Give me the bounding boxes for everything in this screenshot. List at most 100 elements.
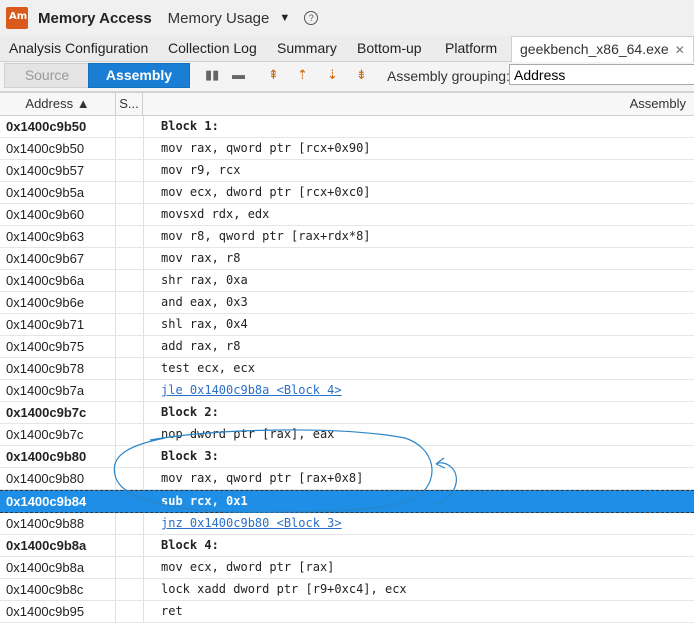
table-row[interactable]: 0x1400c9b8c lock xadd dword ptr [r9+0xc4]… [0, 579, 694, 601]
row-code: mov rax, r8 [161, 251, 241, 265]
row-source-cell [115, 248, 144, 269]
table-row[interactable]: 0x1400c9b63 mov r8, qword ptr [rax+rdx*8] [0, 226, 694, 248]
row-source-cell [115, 116, 144, 137]
row-source-cell [115, 270, 144, 291]
row-address: 0x1400c9b60 [6, 207, 85, 222]
table-row[interactable]: 0x1400c9b50 mov rax, qword ptr [rcx+0x90] [0, 138, 694, 160]
table-row[interactable]: 0x1400c9b78 test ecx, ecx [0, 358, 694, 380]
block-header-row[interactable]: 0x1400c9b80 Block 3: [0, 446, 694, 468]
row-source-cell [115, 579, 144, 600]
scroll-to-prev-icon[interactable]: ⇡ [297, 67, 308, 83]
source-button[interactable]: Source [4, 63, 90, 88]
selected-table-row[interactable]: 0x1400c9b84 sub rcx, 0x1 [0, 490, 694, 513]
row-code: add rax, r8 [161, 339, 241, 353]
row-source-cell [115, 292, 144, 313]
table-row[interactable]: 0x1400c9b6e and eax, 0x3 [0, 292, 694, 314]
jump-target-link[interactable]: jnz 0x1400c9b80 <Block 3> [161, 513, 342, 534]
row-source-cell [115, 336, 144, 357]
row-code: Block 1: [161, 119, 219, 133]
row-address: 0x1400c9b84 [6, 494, 87, 509]
grid-header: Address ▲ S... Assembly [0, 92, 694, 116]
tab-collection-log[interactable]: Collection Log [168, 36, 257, 61]
row-address: 0x1400c9b95 [6, 604, 85, 619]
row-source-cell [115, 226, 144, 247]
table-row[interactable]: 0x1400c9b8a mov ecx, dword ptr [rax] [0, 557, 694, 579]
scroll-to-max-down-icon[interactable]: ⇟ [356, 67, 367, 83]
row-source-cell [115, 358, 144, 379]
table-row[interactable]: 0x1400c9b57 mov r9, rcx [0, 160, 694, 182]
row-address: 0x1400c9b7a [6, 383, 85, 398]
table-row[interactable]: 0x1400c9b7c nop dword ptr [rax], eax [0, 424, 694, 446]
stacked-view-icon[interactable]: ▬ [232, 67, 245, 82]
close-icon[interactable]: ✕ [675, 43, 685, 57]
source-column-header[interactable]: S... [116, 93, 143, 115]
row-code: mov ecx, dword ptr [rax] [161, 560, 335, 574]
jump-target-link[interactable]: jle 0x1400c9b8a <Block 4> [161, 380, 342, 401]
tab-summary[interactable]: Summary [277, 36, 337, 61]
table-row[interactable]: 0x1400c9b88 jnz 0x1400c9b80 <Block 3> [0, 513, 694, 535]
assembly-button[interactable]: Assembly [88, 63, 190, 88]
row-code: shl rax, 0x4 [161, 317, 248, 331]
row-code: lock xadd dword ptr [r9+0xc4], ecx [161, 582, 407, 596]
row-address: 0x1400c9b57 [6, 163, 85, 178]
title-bar: Am Memory Access Memory Usage ▼ ? [0, 0, 694, 36]
row-address: 0x1400c9b80 [6, 449, 87, 464]
row-code: and eax, 0x3 [161, 295, 248, 309]
row-source-cell [115, 513, 144, 534]
app-title: Memory Access [38, 9, 152, 27]
row-code: movsxd rdx, edx [161, 207, 270, 221]
row-code: Block 3: [161, 449, 219, 463]
tab-bottom-up[interactable]: Bottom-up [357, 36, 422, 61]
row-source-cell [115, 535, 144, 556]
row-address: 0x1400c9b78 [6, 361, 85, 376]
row-address: 0x1400c9b7c [6, 427, 84, 442]
row-source-cell [115, 402, 144, 423]
row-source-cell [115, 468, 144, 489]
row-address: 0x1400c9b75 [6, 339, 85, 354]
row-source-cell [115, 557, 144, 578]
table-row[interactable]: 0x1400c9b60 movsxd rdx, edx [0, 204, 694, 226]
row-code: Block 4: [161, 538, 219, 552]
row-code: mov rax, qword ptr [rax+0x8] [161, 471, 364, 485]
row-address: 0x1400c9b88 [6, 516, 85, 531]
row-address: 0x1400c9b6a [6, 273, 85, 288]
view-selector[interactable]: Memory Usage [168, 10, 270, 27]
table-row[interactable]: 0x1400c9b95 ret [0, 601, 694, 623]
assembly-grouping-label: Assembly grouping: [387, 68, 510, 84]
row-code: mov r8, qword ptr [rax+rdx*8] [161, 229, 371, 243]
split-view-icon[interactable]: ▮▮ [205, 67, 219, 83]
assembly-column-header[interactable]: Assembly [630, 93, 686, 115]
row-source-cell [115, 601, 144, 622]
table-row[interactable]: 0x1400c9b67 mov rax, r8 [0, 248, 694, 270]
tab-analysis-configuration[interactable]: Analysis Configuration [9, 36, 148, 61]
amplifier-logo-icon: Am [6, 7, 28, 29]
row-source-cell [115, 160, 144, 181]
scroll-to-max-up-icon[interactable]: ⇞ [268, 67, 279, 83]
tab-platform[interactable]: Platform [445, 36, 497, 61]
row-address: 0x1400c9b63 [6, 229, 85, 244]
table-row[interactable]: 0x1400c9b5a mov ecx, dword ptr [rcx+0xc0] [0, 182, 694, 204]
table-row[interactable]: 0x1400c9b75 add rax, r8 [0, 336, 694, 358]
table-row[interactable]: 0x1400c9b71 shl rax, 0x4 [0, 314, 694, 336]
block-header-row[interactable]: 0x1400c9b8a Block 4: [0, 535, 694, 557]
row-address: 0x1400c9b8a [6, 538, 87, 553]
row-code: ret [161, 604, 183, 618]
row-source-cell [115, 204, 144, 225]
table-row[interactable]: 0x1400c9b6a shr rax, 0xa [0, 270, 694, 292]
assembly-grouping-input[interactable] [509, 64, 694, 85]
address-column-header[interactable]: Address ▲ [0, 93, 116, 115]
row-address: 0x1400c9b8a [6, 560, 85, 575]
scroll-to-next-icon[interactable]: ⇣ [327, 67, 338, 83]
row-code: sub rcx, 0x1 [161, 494, 248, 508]
row-source-cell [115, 424, 144, 445]
row-source-cell [115, 138, 144, 159]
chevron-down-icon[interactable]: ▼ [279, 12, 290, 24]
row-address: 0x1400c9b8c [6, 582, 84, 597]
block-header-row[interactable]: 0x1400c9b50 Block 1: [0, 116, 694, 138]
tab-geekbench[interactable]: geekbench_x86_64.exe ✕ [511, 36, 694, 62]
help-icon[interactable]: ? [304, 11, 319, 25]
table-row[interactable]: 0x1400c9b80 mov rax, qword ptr [rax+0x8] [0, 468, 694, 490]
table-row[interactable]: 0x1400c9b7a jle 0x1400c9b8a <Block 4> [0, 380, 694, 402]
row-code: mov rax, qword ptr [rcx+0x90] [161, 141, 371, 155]
block-header-row[interactable]: 0x1400c9b7c Block 2: [0, 402, 694, 424]
